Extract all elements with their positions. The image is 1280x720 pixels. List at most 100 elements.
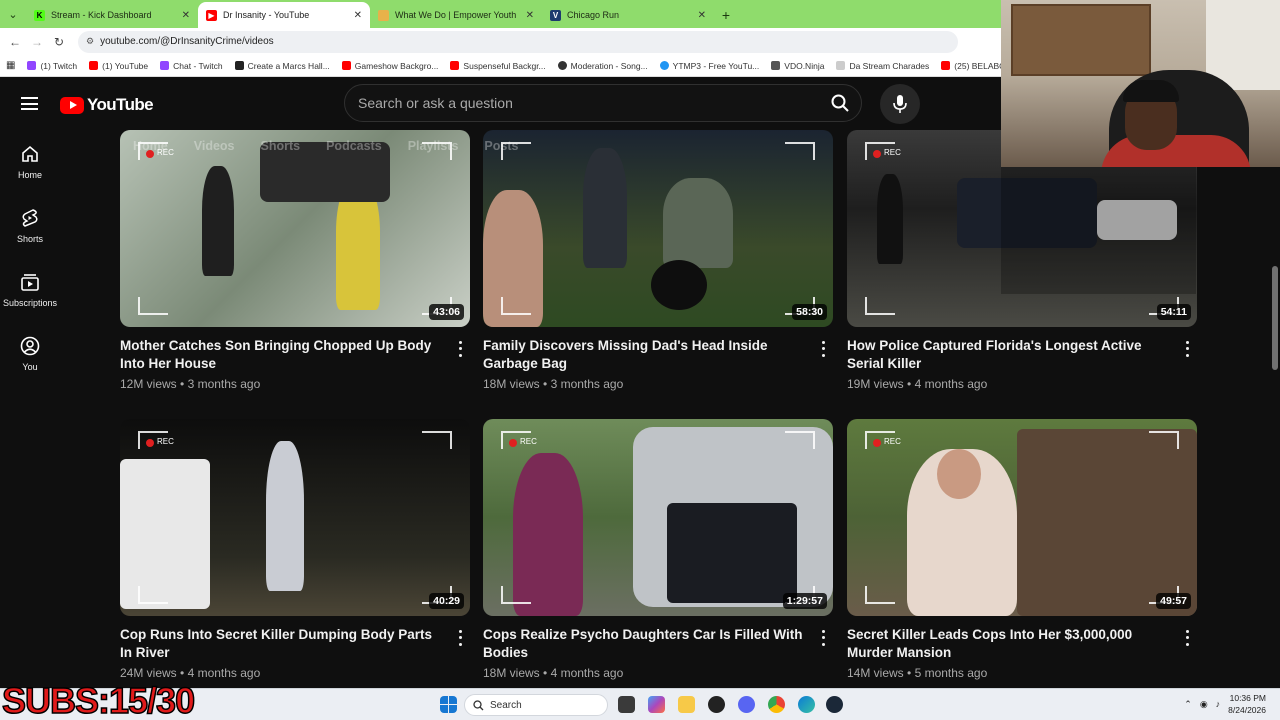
video-title[interactable]: Cops Realize Psycho Daughters Car Is Fil…	[483, 626, 803, 662]
edge-icon[interactable]	[798, 696, 815, 713]
shorts-icon	[22, 209, 38, 227]
video-title[interactable]: Mother Catches Son Bringing Chopped Up B…	[120, 337, 440, 373]
tab-posts[interactable]: Posts	[484, 139, 518, 153]
bookmark[interactable]: VDO.Ninja	[771, 61, 824, 71]
video-card[interactable]: REC 40:29 Cop Runs Into Secret Killer Du…	[120, 419, 470, 680]
tab-close-icon[interactable]: ✕	[526, 10, 534, 21]
tab-playlists[interactable]: Playlists	[408, 139, 459, 153]
system-tray: ⌃ ◉ ♪ 10:36 PM 8/24/2026	[1184, 692, 1266, 716]
subs-goal-overlay: SUBS:15/30	[1, 679, 196, 720]
more-options-icon[interactable]	[1179, 628, 1195, 648]
discord-icon[interactable]	[738, 696, 755, 713]
video-age: 4 months ago	[187, 666, 261, 680]
video-duration: 40:29	[429, 593, 464, 609]
copilot-icon[interactable]	[648, 696, 665, 713]
bookmark[interactable]: Moderation - Song...	[557, 61, 648, 71]
more-options-icon[interactable]	[452, 628, 468, 648]
volume-icon[interactable]: ♪	[1216, 699, 1221, 709]
thumbnail-figure	[202, 166, 234, 276]
bookmark[interactable]: (1) Twitch	[27, 61, 77, 71]
chicago-run-icon: V	[550, 9, 561, 21]
search-icon	[831, 94, 849, 112]
video-title[interactable]: Secret Killer Leads Cops Into Her $3,000…	[847, 626, 1167, 662]
sidebar-item-you[interactable]: You	[0, 322, 60, 386]
youtube-icon	[341, 61, 351, 70]
bookmark[interactable]: Gameshow Backgro...	[341, 61, 438, 71]
browser-tab[interactable]: K Stream - Kick Dashboard ✕	[26, 2, 198, 28]
search-input[interactable]: Search or ask a question	[344, 84, 862, 122]
tab-podcasts[interactable]: Podcasts	[326, 139, 382, 153]
new-tab-button[interactable]: +	[714, 2, 738, 28]
clock[interactable]: 10:36 PM 8/24/2026	[1228, 692, 1266, 716]
video-card[interactable]: REC 43:06 Mother Catches Son Bringing Ch…	[120, 130, 470, 391]
chrome-icon[interactable]	[768, 696, 785, 713]
bookmark-label: VDO.Ninja	[784, 60, 825, 71]
video-title[interactable]: Family Discovers Missing Dad's Head Insi…	[483, 337, 803, 373]
moderation-icon	[557, 61, 567, 70]
taskbar-search[interactable]: Search	[464, 694, 608, 716]
voice-search-button[interactable]	[880, 84, 920, 124]
tab-videos[interactable]: Videos	[194, 139, 235, 153]
more-options-icon[interactable]	[815, 628, 831, 648]
sidebar-item-label: Subscriptions	[2, 298, 58, 308]
video-title[interactable]: How Police Captured Florida's Longest Ac…	[847, 337, 1167, 373]
browser-tab[interactable]: V Chicago Run ✕	[542, 2, 714, 28]
bookmark[interactable]: Chat - Twitch	[160, 61, 223, 71]
video-thumbnail[interactable]: REC 49:57	[847, 419, 1197, 616]
url-text: youtube.com/@DrInsanityCrime/videos	[100, 36, 274, 47]
youtube-logo[interactable]: YouTube	[60, 95, 154, 115]
browser-tab-active[interactable]: ▶ Dr Insanity - YouTube ✕	[198, 2, 370, 28]
home-icon	[22, 145, 38, 162]
bookmark-label: Suspenseful Backgr...	[463, 60, 546, 71]
bookmark[interactable]: YTMP3 - Free YouTu...	[659, 61, 759, 71]
tab-search-chevron-icon[interactable]: ⌄	[0, 0, 26, 28]
show-hidden-icons-icon[interactable]: ⌃	[1184, 699, 1192, 710]
back-button[interactable]: ←	[6, 33, 24, 51]
reload-button[interactable]: ↻	[50, 33, 68, 51]
ytmp3-icon	[659, 61, 669, 70]
sidebar-item-subscriptions[interactable]: Subscriptions	[0, 258, 60, 322]
page-scrollbar[interactable]	[1272, 266, 1278, 370]
search-button[interactable]	[825, 89, 855, 117]
video-card[interactable]: REC 49:57 Secret Killer Leads Cops Into …	[847, 419, 1197, 680]
video-card[interactable]: 58:30 Family Discovers Missing Dad's Hea…	[483, 130, 833, 391]
video-thumbnail[interactable]: REC 40:29	[120, 419, 470, 616]
youtube-icon	[450, 61, 460, 70]
bookmark[interactable]: Suspenseful Backgr...	[450, 60, 546, 71]
sidebar-item-home[interactable]: Home	[0, 130, 60, 194]
video-stats: 12M views • 3 months ago	[120, 377, 261, 391]
tab-close-icon[interactable]: ✕	[698, 10, 706, 21]
steam-icon[interactable]	[826, 696, 843, 713]
thumbnail-figure	[663, 178, 733, 268]
obs-icon[interactable]	[708, 696, 725, 713]
clock-date: 8/24/2026	[1228, 705, 1266, 715]
apps-grid-icon[interactable]: ▦	[6, 60, 15, 71]
video-thumbnail[interactable]: REC 43:06	[120, 130, 470, 327]
sidebar-item-shorts[interactable]: Shorts	[0, 194, 60, 258]
video-thumbnail[interactable]: REC 1:29:57	[483, 419, 833, 616]
more-options-icon[interactable]	[452, 339, 468, 359]
bookmark[interactable]: Da Stream Charades	[836, 61, 929, 71]
tab-close-icon[interactable]: ✕	[182, 10, 190, 21]
record-dot-icon	[509, 439, 517, 447]
file-explorer-icon[interactable]	[678, 696, 695, 713]
tab-home[interactable]: Home	[133, 139, 168, 153]
task-view-icon[interactable]	[618, 696, 635, 713]
windows-start-icon[interactable]	[440, 696, 457, 713]
bookmark[interactable]: Create a Marcs Hall...	[234, 61, 330, 71]
tab-shorts[interactable]: Shorts	[261, 139, 301, 153]
thumbnail-trunk	[667, 503, 797, 603]
wifi-icon[interactable]: ◉	[1200, 699, 1208, 710]
video-thumbnail[interactable]: 58:30	[483, 130, 833, 327]
more-options-icon[interactable]	[1179, 339, 1195, 359]
menu-hamburger-icon[interactable]	[21, 97, 38, 110]
site-info-icon[interactable]: ⚙	[86, 36, 94, 47]
browser-tab[interactable]: What We Do | Empower Youth ✕	[370, 2, 542, 28]
video-title[interactable]: Cop Runs Into Secret Killer Dumping Body…	[120, 626, 440, 662]
tab-close-icon[interactable]: ✕	[354, 10, 362, 21]
video-card[interactable]: REC 1:29:57 Cops Realize Psycho Daughter…	[483, 419, 833, 680]
bookmark[interactable]: (1) YouTube	[89, 61, 148, 71]
forward-button[interactable]: →	[28, 33, 46, 51]
more-options-icon[interactable]	[815, 339, 831, 359]
address-bar[interactable]: ⚙ youtube.com/@DrInsanityCrime/videos	[78, 30, 958, 53]
